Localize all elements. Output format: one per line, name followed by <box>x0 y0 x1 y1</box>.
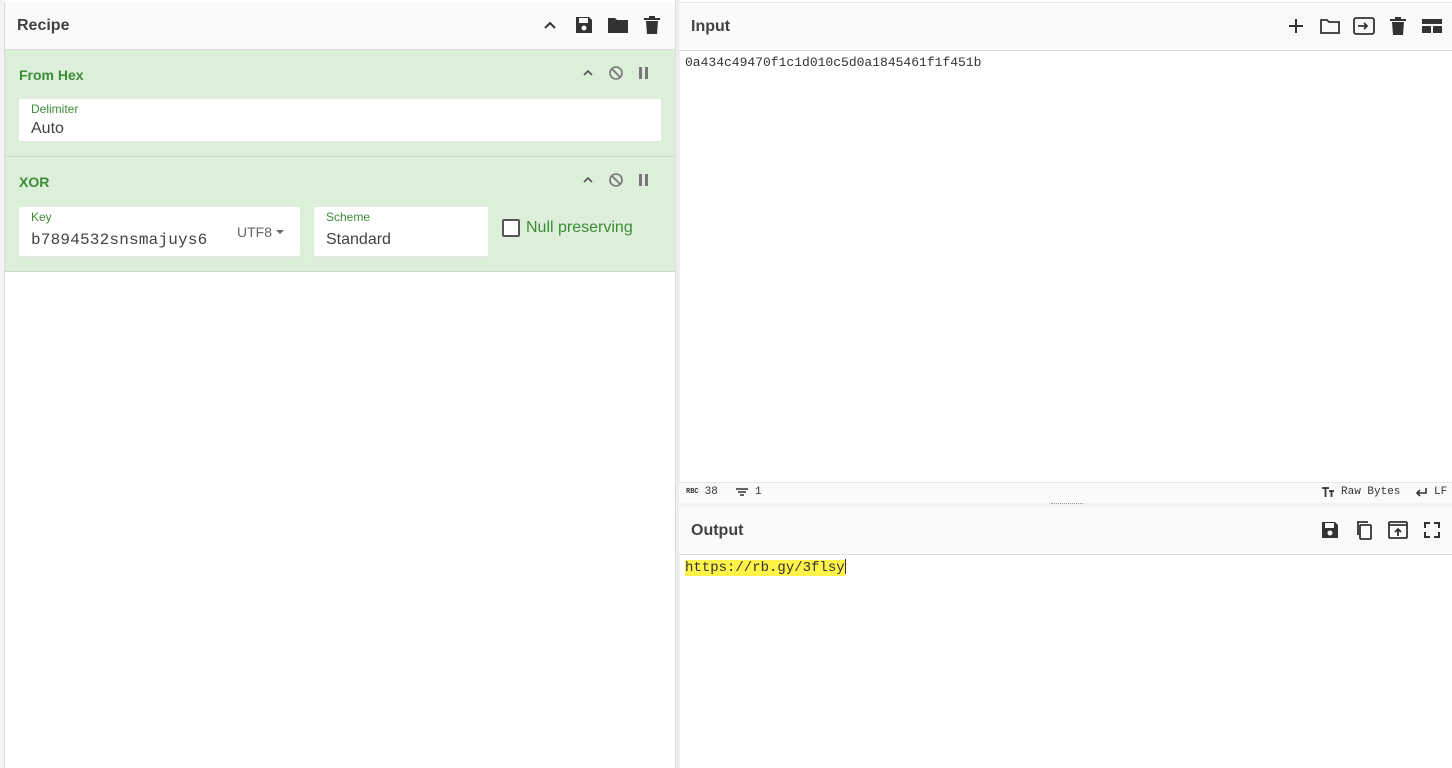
recipe-pane: Recipe From Hex Delimiter Auto XOR Key b… <box>4 2 676 768</box>
output-header: Output <box>679 507 1452 555</box>
abc-icon: RBC <box>686 488 699 496</box>
input-status-bar: RBC 38 1 Raw Bytes LF <box>679 482 1452 504</box>
key-value: b7894532snsmajuys6 <box>31 231 208 249</box>
trash-icon[interactable] <box>638 11 666 39</box>
recipe-title: Recipe <box>17 16 70 34</box>
scheme-value: Standard <box>326 231 391 248</box>
scheme-label: Scheme <box>326 210 371 224</box>
recipe-toolbar <box>536 11 666 39</box>
open-file-icon[interactable] <box>1350 12 1378 40</box>
length-status: RBC 38 <box>686 486 718 498</box>
lines-icon <box>736 488 748 496</box>
operation-controls <box>574 62 658 84</box>
open-folder-icon[interactable] <box>1316 12 1344 40</box>
input-title: Input <box>691 17 731 35</box>
disable-icon[interactable] <box>602 169 630 191</box>
eol-value: LF <box>1434 486 1448 498</box>
operation-title: From Hex <box>19 67 84 83</box>
checkbox-box[interactable] <box>502 219 520 237</box>
return-icon <box>1415 488 1427 497</box>
recipe-header: Recipe <box>5 2 676 50</box>
input-text[interactable]: 0a434c49470f1c1d010c5d0a1845461f1f451b <box>685 55 981 70</box>
fullscreen-icon[interactable] <box>1418 516 1446 544</box>
delimiter-label: Delimiter <box>31 102 79 116</box>
eol-status[interactable]: LF <box>1414 486 1447 498</box>
delimiter-field[interactable]: Delimiter Auto <box>19 99 661 142</box>
text-cursor <box>844 559 846 574</box>
pause-icon[interactable] <box>630 62 658 84</box>
output-text-container[interactable]: https://rb.gy/3flsy <box>685 559 846 576</box>
delimiter-value: Auto <box>31 120 64 137</box>
caret-down-icon <box>276 230 284 234</box>
text-size-icon <box>1322 487 1334 497</box>
input-toolbar <box>1282 12 1446 40</box>
disable-icon[interactable] <box>602 62 630 84</box>
key-label: Key <box>31 210 52 224</box>
output-pane: Output https://rb.gy/3flsy <box>679 507 1452 768</box>
operation-from-hex: From Hex Delimiter Auto <box>5 50 676 157</box>
layout-icon[interactable] <box>1418 12 1446 40</box>
output-title: Output <box>691 521 744 539</box>
output-toolbar <box>1316 516 1446 544</box>
key-encoding-label: UTF8 <box>237 224 272 240</box>
chevron-up-icon[interactable] <box>574 169 602 191</box>
chevron-up-icon[interactable] <box>536 11 564 39</box>
folder-open-icon[interactable] <box>604 11 632 39</box>
chevron-up-icon[interactable] <box>574 62 602 84</box>
save-output-icon[interactable] <box>1316 516 1344 544</box>
replace-input-icon[interactable] <box>1384 516 1412 544</box>
lines-status: 1 <box>735 486 762 498</box>
lines-value: 1 <box>755 486 762 498</box>
encoding-value: Raw Bytes <box>1341 486 1401 498</box>
copy-icon[interactable] <box>1350 516 1378 544</box>
key-field[interactable]: Key b7894532snsmajuys6 UTF8 <box>19 207 300 257</box>
save-recipe-icon[interactable] <box>570 11 598 39</box>
encoding-status[interactable]: Raw Bytes <box>1321 486 1400 498</box>
operation-xor: XOR Key b7894532snsmajuys6 UTF8 Scheme S… <box>5 157 676 272</box>
output-text: https://rb.gy/3flsy <box>685 560 845 576</box>
input-header: Input <box>679 2 1452 51</box>
scheme-field[interactable]: Scheme Standard <box>314 207 488 257</box>
null-preserving-label: Null preserving <box>526 219 633 236</box>
operation-controls <box>574 169 658 191</box>
add-tab-icon[interactable] <box>1282 12 1310 40</box>
clear-input-icon[interactable] <box>1384 12 1412 40</box>
pause-icon[interactable] <box>630 169 658 191</box>
operation-title: XOR <box>19 174 50 190</box>
key-encoding-dropdown[interactable]: UTF8 <box>237 224 284 240</box>
input-pane: Input 0a434c49470f1c1d010c5d0a1845461f1f… <box>679 2 1452 504</box>
null-preserving-checkbox[interactable]: Null preserving <box>502 219 633 237</box>
length-value: 38 <box>704 486 718 498</box>
